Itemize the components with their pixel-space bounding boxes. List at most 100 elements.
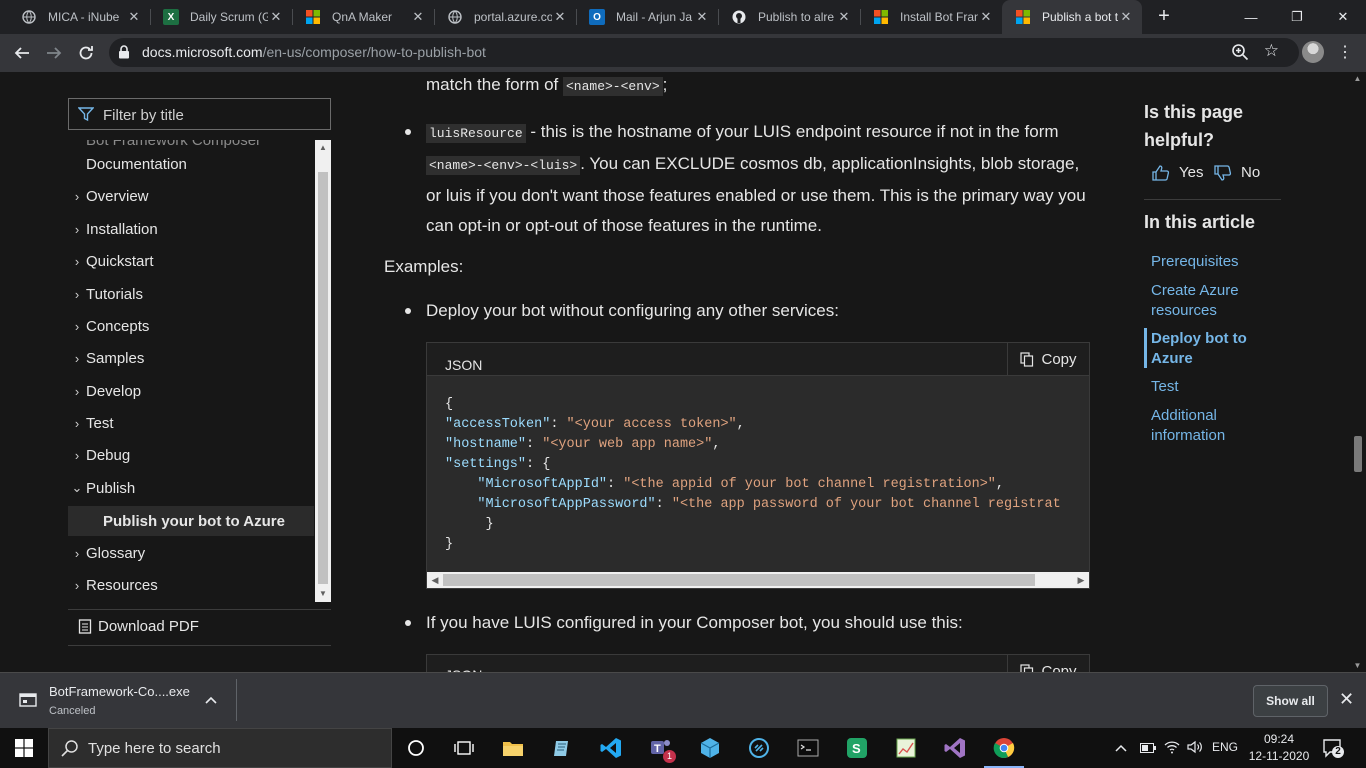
toc-item-develop[interactable]: › Develop	[68, 377, 314, 405]
clock[interactable]: 09:24 12-11-2020	[1248, 731, 1310, 765]
tab-install-bot-framework[interactable]: Install Bot Fran ✕	[860, 0, 1002, 34]
chevron-up-icon[interactable]	[1115, 740, 1127, 755]
new-tab-button[interactable]: +	[1153, 5, 1175, 27]
notification-center-icon[interactable]: 2	[1322, 737, 1344, 764]
code-content[interactable]: {"accessToken": "<your access token>", "h…	[427, 376, 1089, 572]
filter-box[interactable]	[68, 98, 331, 130]
zoom-icon[interactable]	[1231, 43, 1249, 61]
no-button[interactable]: No	[1214, 164, 1260, 181]
tab-qna-maker[interactable]: QnA Maker ✕	[292, 0, 434, 34]
language-indicator[interactable]: ENG	[1212, 740, 1238, 754]
scroll-right-arrow-icon[interactable]: ▶	[1073, 572, 1089, 588]
terminal-icon[interactable]	[784, 728, 832, 768]
toc-item-samples[interactable]: › Samples	[68, 344, 314, 372]
tab-daily-scrum[interactable]: X Daily Scrum (G ✕	[150, 0, 292, 34]
close-icon[interactable]: ✕	[694, 9, 710, 25]
volume-icon[interactable]	[1187, 740, 1203, 757]
chevron-up-icon[interactable]	[205, 692, 217, 707]
tab-mica-inube[interactable]: MICA - iNube ✕	[8, 0, 150, 34]
close-window-button[interactable]: ✕	[1320, 0, 1366, 34]
article-link-test[interactable]: Test	[1151, 377, 1271, 397]
chrome-icon[interactable]	[980, 728, 1028, 768]
download-status: Canceled	[49, 705, 96, 717]
scroll-down-arrow-icon[interactable]: ▼	[1352, 661, 1363, 670]
minimize-button[interactable]: —	[1228, 0, 1274, 34]
close-icon[interactable]: ✕	[836, 9, 852, 25]
address-bar[interactable]: docs.microsoft.com/en-us/composer/how-to…	[109, 38, 1299, 67]
taskbar-search[interactable]	[48, 728, 392, 768]
scroll-down-arrow-icon[interactable]: ▼	[315, 586, 331, 602]
search-input[interactable]	[88, 740, 378, 757]
tab-portal-azure[interactable]: portal.azure.co ✕	[434, 0, 576, 34]
scrollbar-thumb[interactable]	[1354, 436, 1362, 472]
article-link-prerequisites[interactable]: Prerequisites	[1151, 252, 1271, 272]
download-pdf-link[interactable]: Download PDF	[78, 618, 199, 635]
wifi-icon[interactable]	[1164, 740, 1180, 757]
article-link-additional-information[interactable]: Additional information	[1151, 406, 1271, 446]
close-icon[interactable]: ✕	[978, 9, 994, 25]
close-icon[interactable]: ✕	[268, 9, 284, 25]
scroll-up-arrow-icon[interactable]: ▲	[315, 140, 331, 156]
scrollbar-thumb[interactable]	[443, 574, 1035, 586]
tab-mail[interactable]: O Mail - Arjun Ja ✕	[576, 0, 718, 34]
notepad-icon[interactable]	[538, 728, 586, 768]
toc-item-publish[interactable]: ⌄ Publish	[68, 474, 314, 502]
tab-publish-a-bot[interactable]: Publish a bot t ✕	[1002, 0, 1142, 34]
battery-icon[interactable]	[1140, 740, 1156, 756]
close-icon[interactable]: ✕	[126, 9, 142, 25]
file-explorer-icon[interactable]	[489, 728, 537, 768]
copy-button[interactable]: Copy	[1007, 655, 1089, 672]
toc-item-concepts[interactable]: › Concepts	[68, 312, 314, 340]
forward-button[interactable]	[41, 40, 67, 66]
toc-scrollbar[interactable]: ▲ ▼	[315, 140, 331, 602]
code-line: {	[445, 397, 454, 412]
close-icon[interactable]: ✕	[552, 9, 568, 25]
start-button[interactable]	[0, 728, 48, 768]
toc-item-tutorials[interactable]: › Tutorials	[68, 280, 314, 308]
reload-button[interactable]	[73, 40, 99, 66]
tab-title: portal.azure.co	[474, 10, 552, 24]
close-icon[interactable]: ✕	[410, 9, 426, 25]
toc-item-debug[interactable]: › Debug	[68, 441, 314, 469]
bookmark-star-icon[interactable]: ☆	[1264, 41, 1279, 61]
toc-item-documentation[interactable]: Documentation	[68, 150, 314, 178]
download-file-name[interactable]: BotFramework-Co....exe	[49, 684, 190, 699]
toc-item-installation[interactable]: › Installation	[68, 215, 314, 243]
chevron-right-icon: ›	[74, 415, 80, 431]
sheets-icon[interactable]: S	[833, 728, 881, 768]
page-scrollbar[interactable]: ▲ ▼	[1349, 72, 1366, 672]
article-link-create-azure-resources[interactable]: Create Azure resources	[1151, 281, 1271, 321]
tab-publish-to-already[interactable]: Publish to alre ✕	[718, 0, 860, 34]
toc-item-test[interactable]: › Test	[68, 409, 314, 437]
restore-button[interactable]: ❐	[1274, 0, 1320, 34]
yes-button[interactable]: Yes	[1152, 164, 1203, 181]
toc-item-resources[interactable]: › Resources	[68, 571, 314, 599]
connect-icon[interactable]	[735, 728, 783, 768]
paragraph-deploy: Deploy your bot without configuring any …	[426, 301, 839, 320]
scroll-left-arrow-icon[interactable]: ◀	[427, 572, 443, 588]
code-horizontal-scrollbar[interactable]: ◀ ▶	[427, 572, 1089, 588]
toc-item-quickstart[interactable]: › Quickstart	[68, 247, 314, 275]
profile-avatar[interactable]	[1302, 41, 1324, 63]
teams-icon[interactable]: T 1	[636, 728, 684, 768]
show-all-button[interactable]: Show all	[1253, 685, 1328, 717]
filter-input[interactable]	[103, 105, 323, 125]
box-icon[interactable]	[686, 728, 734, 768]
copy-button[interactable]: Copy	[1007, 343, 1089, 376]
vscode-icon[interactable]	[587, 728, 635, 768]
scrollbar-thumb[interactable]	[318, 172, 328, 584]
article-link-deploy-bot[interactable]: Deploy bot to Azure	[1151, 329, 1271, 369]
toc-item-overview[interactable]: › Overview	[68, 182, 314, 210]
browser-menu-icon[interactable]: ⋮	[1336, 40, 1354, 66]
close-icon[interactable]: ✕	[1339, 689, 1354, 710]
visual-studio-icon[interactable]	[931, 728, 979, 768]
scroll-up-arrow-icon[interactable]: ▲	[1352, 74, 1363, 83]
chart-app-icon[interactable]	[882, 728, 930, 768]
close-icon[interactable]: ✕	[1118, 9, 1134, 25]
cortana-icon[interactable]	[392, 728, 440, 768]
chevron-right-icon: ›	[74, 577, 80, 593]
toc-item-publish-your-bot-to-azure[interactable]: Publish your bot to Azure	[68, 506, 314, 536]
task-view-icon[interactable]	[440, 728, 488, 768]
toc-item-glossary[interactable]: › Glossary	[68, 539, 314, 567]
back-button[interactable]	[9, 40, 35, 66]
